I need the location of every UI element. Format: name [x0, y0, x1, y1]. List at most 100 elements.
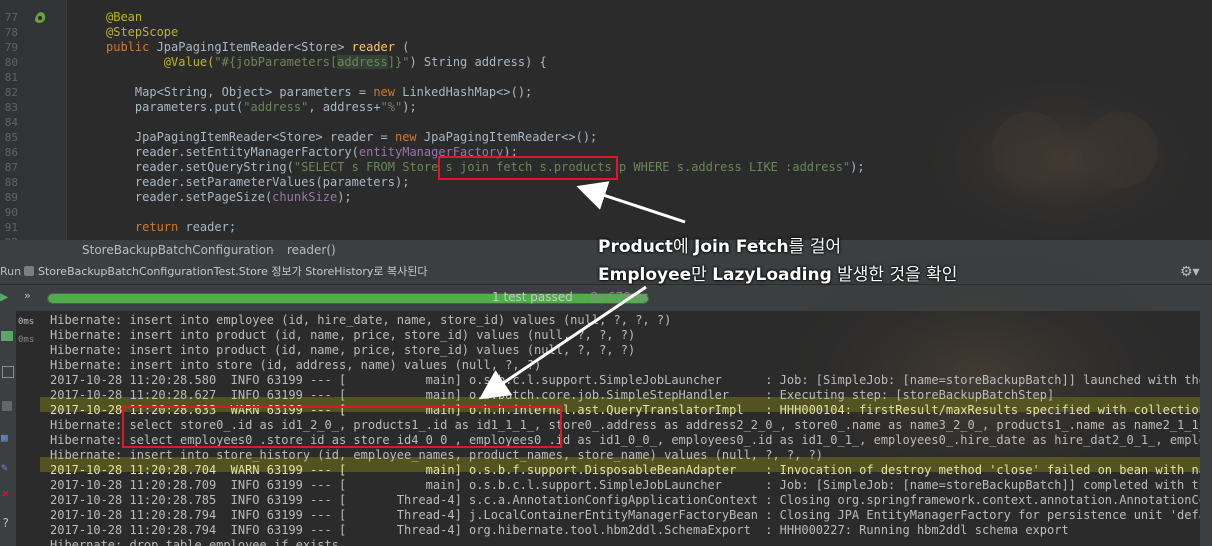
- expand-chevron-icon[interactable]: »: [24, 289, 31, 302]
- console-scrollbar[interactable]: [1200, 311, 1212, 546]
- code-token: public: [106, 40, 157, 54]
- line-number: 77: [4, 11, 18, 24]
- line-number: 83: [4, 101, 18, 114]
- code-token: "#{jobParameters[: [214, 55, 338, 69]
- code-token: ]}": [387, 55, 410, 69]
- stop-icon[interactable]: [2, 366, 14, 378]
- console-line: 2017-10-28 11:20:28.794 INFO 63199 --- […: [50, 523, 1069, 537]
- code-line[interactable]: @StepScope: [106, 25, 178, 40]
- breadcrumb-class[interactable]: StoreBackupBatchConfiguration: [82, 240, 274, 260]
- code-token: @Bean: [106, 10, 143, 24]
- console-line: 2017-10-28 11:20:28.794 INFO 63199 --- […: [50, 508, 1200, 522]
- console-line: 2017-10-28 11:20:28.580 INFO 63199 --- […: [50, 373, 1200, 387]
- run-tab-title[interactable]: StoreBackupBatchConfigurationTest.Store …: [38, 260, 428, 284]
- settings-gear-icon[interactable]: ⚙▾: [1180, 260, 1200, 284]
- code-line[interactable]: @Value("#{jobParameters[address]}") Stri…: [106, 55, 547, 70]
- line-number: 91: [4, 221, 18, 234]
- caption-employee: Employee: [598, 265, 692, 285]
- code-token: @StepScope: [106, 25, 179, 39]
- console-line: Hibernate: insert into product (id, name…: [50, 343, 636, 357]
- spring-bean-icon[interactable]: [33, 11, 47, 25]
- console-line: 2017-10-28 11:20:28.709 INFO 63199 --- […: [50, 478, 1200, 492]
- code-editor[interactable]: 7778798081828384858687888990919293 @Bean…: [0, 0, 1212, 240]
- test-run-icon: [24, 266, 34, 276]
- line-number: 87: [4, 161, 18, 174]
- code-line[interactable]: @Bean: [106, 10, 142, 25]
- code-token: return: [134, 220, 186, 234]
- code-token: chunkSize: [272, 190, 338, 204]
- rerun-play-icon[interactable]: ▶: [0, 289, 8, 305]
- line-number: 82: [4, 86, 18, 99]
- code-line[interactable]: JpaPagingItemReader<Store> reader = new …: [106, 130, 597, 145]
- code-token: @Value(: [106, 55, 215, 69]
- code-token: Map<String, Object> parameters =: [106, 85, 374, 99]
- line-number: 79: [4, 41, 18, 54]
- test-time-1[interactable]: 0ms: [18, 317, 34, 327]
- code-token: reader: [351, 40, 396, 54]
- code-token: "address": [243, 100, 309, 114]
- code-token: reader.setParameterValues(parameters);: [106, 175, 410, 189]
- code-token: JpaPagingItemReader<Store> reader =: [106, 130, 395, 144]
- console-line: Hibernate: insert into employee (id, hir…: [50, 313, 672, 327]
- line-number: 81: [4, 71, 18, 84]
- layout-icon[interactable]: ▦: [1, 431, 8, 444]
- annotation-caption: Product에 Join Fetch를 걸어 Employee만 LazyLo…: [598, 233, 957, 289]
- caption-suffix-1: 를 걸어: [788, 237, 841, 257]
- code-token: );: [402, 100, 417, 114]
- line-number: 80: [4, 56, 18, 69]
- code-token: );: [337, 190, 352, 204]
- console-line: Hibernate: insert into store (id, addres…: [50, 358, 542, 372]
- console-line: Hibernate: drop table employee if exists: [50, 538, 339, 546]
- code-line[interactable]: return reader;: [106, 220, 236, 235]
- line-number-gutter: 7778798081828384858687888990919293: [0, 0, 67, 240]
- code-token: new: [373, 85, 403, 99]
- test-tree-strip: 0ms 0ms: [16, 311, 41, 546]
- test-result-text: 1 test passed: [492, 290, 573, 304]
- run-label: Run: [0, 265, 22, 278]
- caption-line-1: Product에 Join Fetch를 걸어: [598, 233, 957, 261]
- caption-lazy-loading: LazyLoading: [712, 265, 832, 285]
- line-number: 85: [4, 131, 18, 144]
- code-token: LinkedHashMap<>();: [402, 85, 533, 99]
- code-token: JpaPagingItemReader<>();: [423, 130, 598, 144]
- breadcrumb-method[interactable]: reader(): [287, 240, 336, 260]
- code-line[interactable]: Map<String, Object> parameters = new Lin…: [106, 85, 532, 100]
- select-queries-highlight-box: [122, 406, 562, 448]
- join-fetch-highlight-box: [438, 156, 618, 180]
- code-token: parameters.put(: [106, 100, 244, 114]
- code-token: reader.setQueryString(: [106, 160, 294, 174]
- code-line[interactable]: reader.setPageSize(chunkSize);: [106, 190, 352, 205]
- run-left-toolbar: ▦ ✎ ✕ ?: [0, 311, 16, 546]
- code-line[interactable]: public JpaPagingItemReader<Store> reader…: [106, 40, 409, 55]
- code-token: , address+: [308, 100, 381, 114]
- pin-icon[interactable]: ✎: [1, 461, 8, 474]
- help-icon[interactable]: ?: [2, 516, 9, 530]
- code-token: reader;: [185, 220, 237, 234]
- caption-particle-2: 만: [691, 265, 713, 285]
- line-number: 89: [4, 191, 18, 204]
- console-warn-line: 2017-10-28 11:20:28.704 WARN 63199 --- […: [50, 463, 1200, 477]
- code-token: reader.setEntityManagerFactory(: [106, 145, 359, 159]
- close-icon[interactable]: ✕: [2, 486, 9, 500]
- test-pass-icon[interactable]: [1, 331, 13, 341]
- test-duration-text: - 8s 679ms: [582, 290, 649, 304]
- code-token: address: [337, 55, 388, 69]
- test-time-2[interactable]: 0ms: [18, 335, 34, 345]
- caption-particle-1: 에: [673, 237, 695, 257]
- breadcrumb-separator: ›: [270, 243, 275, 257]
- code-token: ) String address) {: [409, 55, 547, 69]
- code-token: );: [850, 160, 865, 174]
- code-line[interactable]: parameters.put("address", address+"%");: [106, 100, 417, 115]
- code-line[interactable]: reader.setParameterValues(parameters);: [106, 175, 410, 190]
- caption-line-2: Employee만 LazyLoading 발생한 것을 확인: [598, 261, 957, 289]
- export-icon[interactable]: [2, 401, 12, 411]
- console-line: 2017-10-28 11:20:28.785 INFO 63199 --- […: [50, 493, 1200, 507]
- code-token: new: [394, 130, 424, 144]
- line-number: 78: [4, 26, 18, 39]
- line-number: 90: [4, 206, 18, 219]
- caption-product: Product: [598, 237, 673, 257]
- code-token: "%": [380, 100, 403, 114]
- code-token: JpaPagingItemReader<Store>: [156, 40, 352, 54]
- caption-join-fetch: Join Fetch: [694, 237, 789, 257]
